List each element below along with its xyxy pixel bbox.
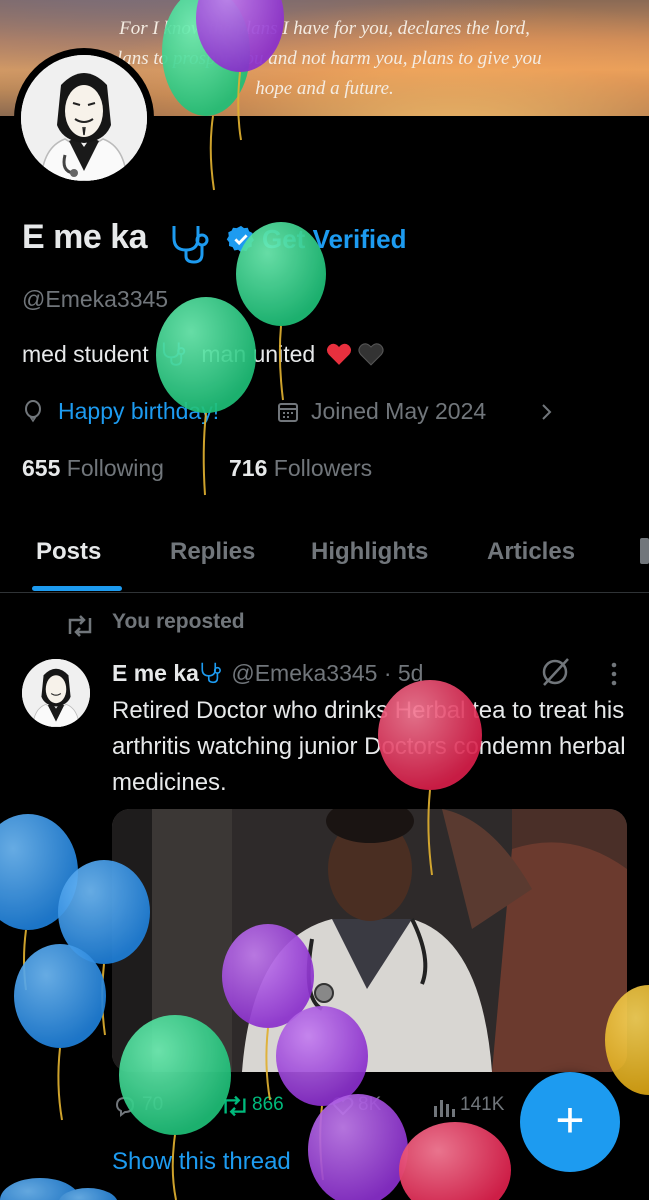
balloon-red <box>378 680 482 876</box>
plus-icon: + <box>555 1092 585 1148</box>
balloon-blue <box>14 944 106 1121</box>
balloon-purple <box>308 1094 408 1200</box>
compose-post-button[interactable]: + <box>520 1072 620 1172</box>
balloon-yellow <box>605 985 649 1095</box>
birthday-balloons-overlay <box>0 0 649 1200</box>
balloon-blue <box>0 1178 118 1200</box>
balloon-green <box>119 1015 231 1200</box>
balloon-green <box>156 297 256 496</box>
balloon-red <box>399 1122 511 1200</box>
